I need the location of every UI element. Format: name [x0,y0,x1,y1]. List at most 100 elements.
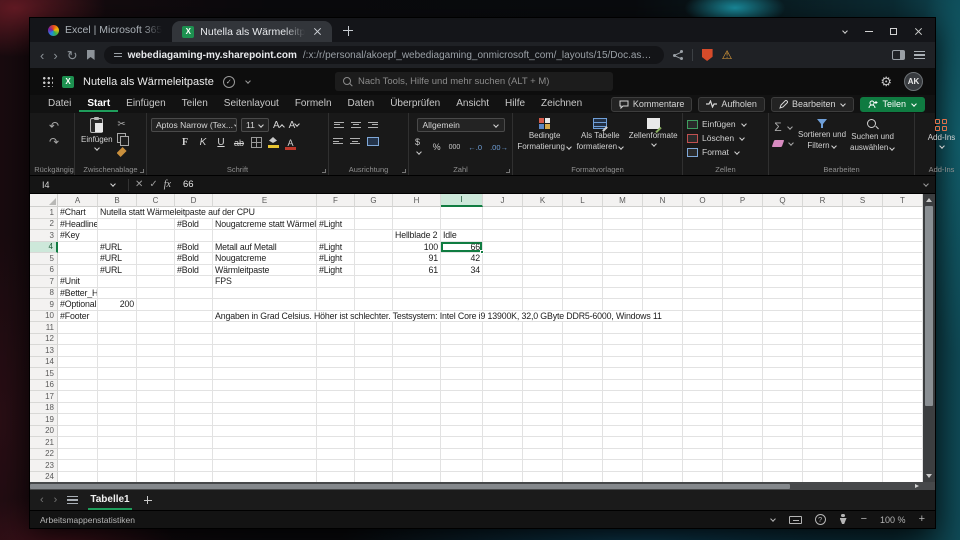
cell-q20[interactable] [763,426,803,438]
cell-c24[interactable] [137,472,175,483]
menu-teilen[interactable]: Teilen [174,96,216,112]
cell-g15[interactable] [355,368,393,380]
cell-t18[interactable] [883,403,923,415]
cell-i18[interactable] [441,403,483,415]
cell-r10[interactable] [803,311,843,323]
cell-f15[interactable] [317,368,355,380]
cell-o11[interactable] [683,322,723,334]
cell-p4[interactable] [723,242,763,254]
cell-e18[interactable] [213,403,317,415]
cell-b24[interactable] [98,472,137,483]
cell-b15[interactable] [98,368,137,380]
cell-q9[interactable] [763,299,803,311]
reload-icon[interactable]: ↻ [67,49,78,62]
cell-i1[interactable] [441,207,483,219]
cell-h20[interactable] [393,426,441,438]
keyboard-shortcuts-icon[interactable] [789,516,802,524]
cell-r4[interactable] [803,242,843,254]
cell-q5[interactable] [763,253,803,265]
close-button[interactable] [914,27,923,36]
cell-t5[interactable] [883,253,923,265]
cell-n19[interactable] [643,414,683,426]
cell-i2[interactable] [441,219,483,231]
cell-a11[interactable] [58,322,98,334]
new-tab-button[interactable] [340,23,356,39]
cell-h22[interactable] [393,449,441,461]
cell-t20[interactable] [883,426,923,438]
col-header-i[interactable]: I [441,194,483,207]
cell-m4[interactable] [603,242,643,254]
cell-t1[interactable] [883,207,923,219]
back-icon[interactable]: ‹ [40,49,44,62]
cell-t9[interactable] [883,299,923,311]
cell-d22[interactable] [175,449,213,461]
cell-r15[interactable] [803,368,843,380]
cell-t21[interactable] [883,437,923,449]
cell-l9[interactable] [563,299,603,311]
cell-k9[interactable] [523,299,563,311]
cell-f20[interactable] [317,426,355,438]
cell-d23[interactable] [175,460,213,472]
cell-l12[interactable] [563,334,603,346]
help-icon[interactable]: ? [815,514,826,525]
cell-j18[interactable] [483,403,523,415]
cell-c20[interactable] [137,426,175,438]
cell-q15[interactable] [763,368,803,380]
cell-m17[interactable] [603,391,643,403]
cell-c4[interactable] [137,242,175,254]
col-header-d[interactable]: D [175,194,213,207]
cell-q4[interactable] [763,242,803,254]
undo-icon[interactable]: ↶ [49,120,59,132]
addins-button[interactable]: Add-Ins [928,119,956,149]
cell-l18[interactable] [563,403,603,415]
cell-t24[interactable] [883,472,923,483]
cell-n23[interactable] [643,460,683,472]
menu-formeln[interactable]: Formeln [287,96,340,112]
cell-p5[interactable] [723,253,763,265]
row-header-18[interactable]: 18 [30,403,58,415]
cell-a4[interactable] [58,242,98,254]
cell-t23[interactable] [883,460,923,472]
cell-p24[interactable] [723,472,763,483]
cell-h2[interactable] [393,219,441,231]
cell-f11[interactable] [317,322,355,334]
menu-start[interactable]: Start [79,96,118,112]
share-button[interactable]: Teilen [860,97,925,112]
cell-c17[interactable] [137,391,175,403]
cell-m22[interactable] [603,449,643,461]
cell-e2[interactable]: Nougatcreme statt Wärmelei [213,219,317,231]
cell-r21[interactable] [803,437,843,449]
cell-o22[interactable] [683,449,723,461]
cell-e23[interactable] [213,460,317,472]
cell-b9[interactable]: 200 [98,299,137,311]
cell-o15[interactable] [683,368,723,380]
cell-n3[interactable] [643,230,683,242]
cell-j1[interactable] [483,207,523,219]
minimize-button[interactable] [865,31,873,32]
cell-q6[interactable] [763,265,803,277]
cell-p3[interactable] [723,230,763,242]
cell-t12[interactable] [883,334,923,346]
cell-h18[interactable] [393,403,441,415]
italic-button[interactable]: K [197,137,209,148]
cell-b20[interactable] [98,426,137,438]
cell-p10[interactable] [723,311,763,323]
autosum-button[interactable]: Σ [774,121,792,133]
cell-b12[interactable] [98,334,137,346]
cell-n7[interactable] [643,276,683,288]
cell-o17[interactable] [683,391,723,403]
cell-e16[interactable] [213,380,317,392]
cell-c8[interactable] [137,288,175,300]
comma-format-button[interactable]: 000 [449,144,461,151]
fill-color-icon[interactable] [268,137,279,148]
cell-h19[interactable] [393,414,441,426]
cell-j20[interactable] [483,426,523,438]
dialog-launcher-icon[interactable] [322,169,326,173]
cell-j2[interactable] [483,219,523,231]
cell-i3[interactable]: Idle [441,230,483,242]
cell-m5[interactable] [603,253,643,265]
cell-p13[interactable] [723,345,763,357]
cell-d10[interactable] [175,311,213,323]
cell-p6[interactable] [723,265,763,277]
cell-i8[interactable] [441,288,483,300]
